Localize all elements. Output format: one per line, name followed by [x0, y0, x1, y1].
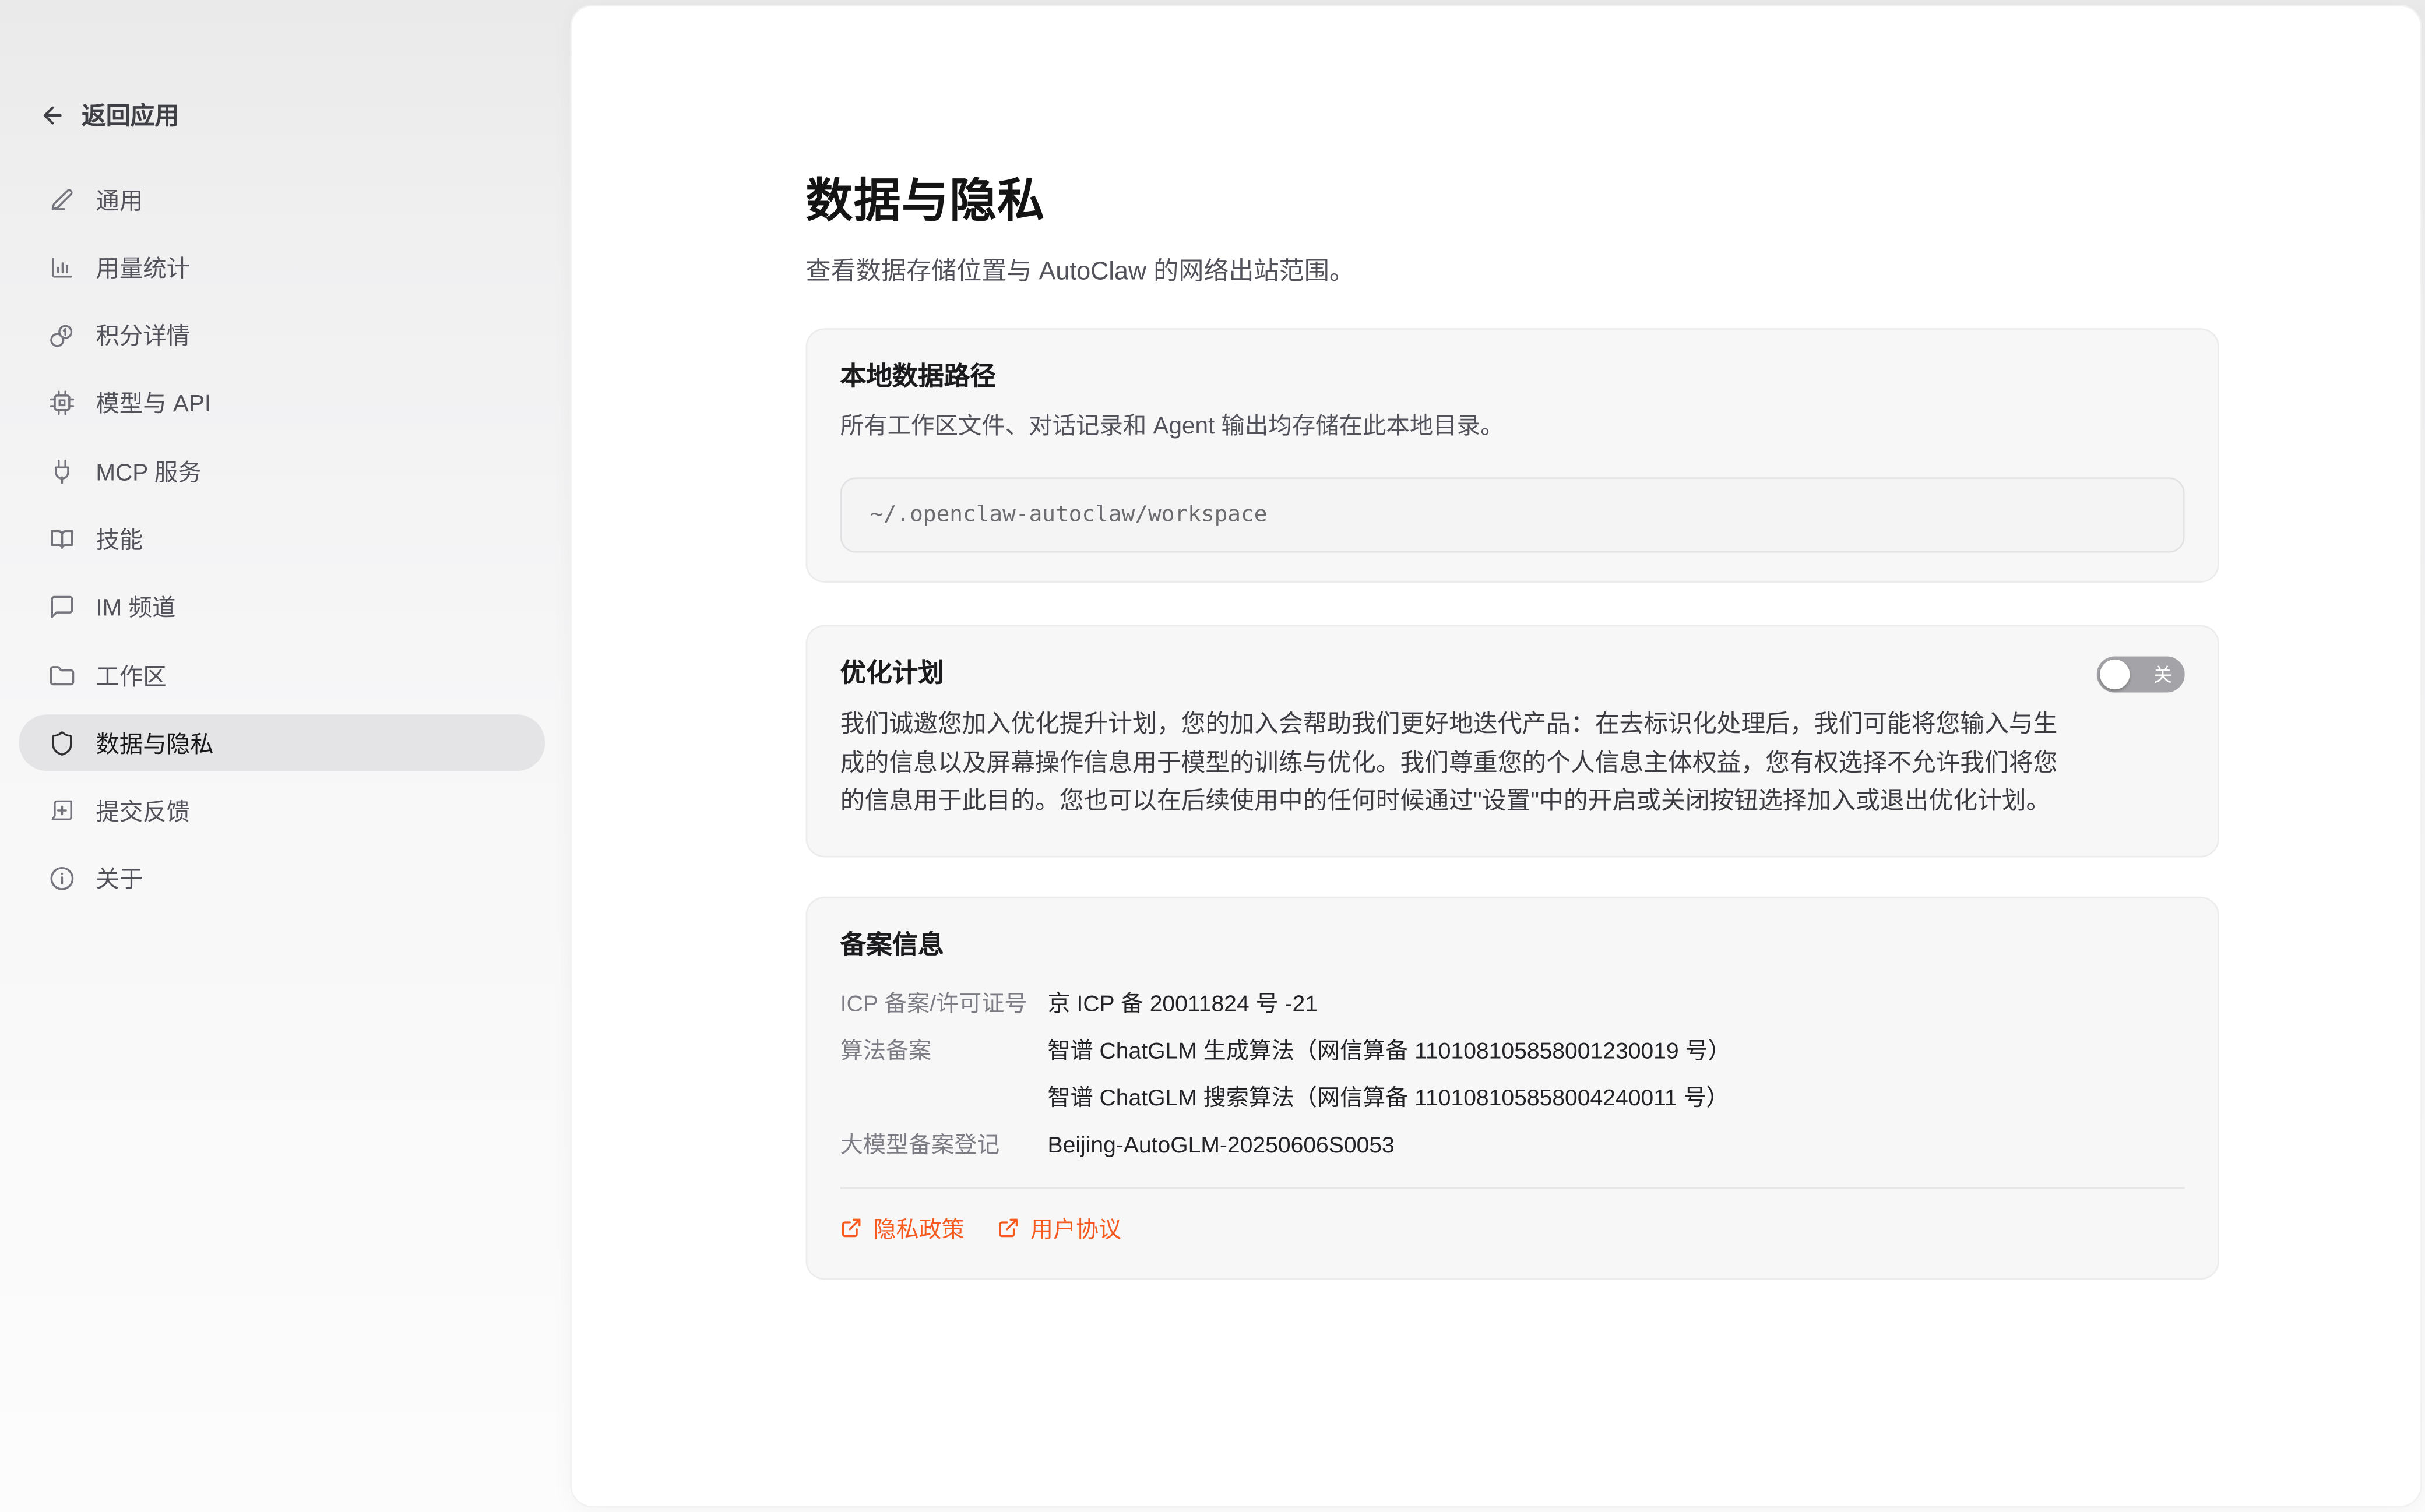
filing-row-value: 京 ICP 备 20011824 号 -21 [1048, 987, 2185, 1021]
main-panel: 数据与隐私 查看数据存储位置与 AutoClaw 的网络出站范围。 本地数据路径… [570, 5, 2422, 1507]
sidebar-item-mcp[interactable]: MCP 服务 [19, 443, 545, 499]
policy-links: 隐私政策 用户协议 [840, 1211, 2185, 1245]
back-to-app-button[interactable]: 返回应用 [39, 97, 570, 132]
sidebar-item-label: 用量统计 [96, 251, 190, 284]
sidebar-item-label: 提交反馈 [96, 795, 190, 828]
filing-row-value: Beijing-AutoGLM-20250606S0053 [1048, 1128, 2185, 1162]
sidebar-item-label: 数据与隐私 [96, 727, 213, 760]
filing-row-label: 大模型备案登记 [840, 1128, 1048, 1162]
data-privacy-page: 数据与隐私 查看数据存储位置与 AutoClaw 的网络出站范围。 本地数据路径… [572, 6, 2420, 1279]
toggle-knob [2100, 660, 2130, 689]
sidebar-item-label: 通用 [96, 183, 143, 216]
filing-rows: ICP 备案/许可证号 京 ICP 备 20011824 号 -21 算法备案 … [840, 987, 2185, 1163]
sidebar-item-models-api[interactable]: 模型与 API [19, 375, 545, 432]
settings-window: 返回应用 通用 用量统计 积分详情 [0, 0, 2425, 1512]
bar-chart-icon [49, 254, 76, 281]
filing-row-label: 算法备案 [840, 1034, 1048, 1069]
sidebar-nav: 通用 用量统计 积分详情 模型与 API [0, 171, 570, 908]
sidebar-item-workspace[interactable]: 工作区 [19, 647, 545, 704]
pencil-icon [49, 186, 76, 213]
sidebar-item-usage-stats[interactable]: 用量统计 [19, 239, 545, 295]
privacy-policy-label: 隐私政策 [873, 1211, 964, 1245]
shield-icon [49, 730, 76, 757]
divider [840, 1186, 2185, 1188]
feedback-plus-icon [49, 798, 76, 824]
card-description: 所有工作区文件、对话记录和 Agent 输出均存储在此本地目录。 [840, 410, 2185, 444]
filing-row-value: 智谱 ChatGLM 搜索算法（网信算备 1101081058580042400… [1048, 1081, 2185, 1115]
card-title: 备案信息 [840, 926, 2185, 964]
filing-row-label-spacer [840, 1081, 1048, 1115]
sidebar-item-about[interactable]: 关于 [19, 851, 545, 908]
sidebar-item-label: MCP 服务 [96, 455, 201, 488]
card-title: 优化计划 [840, 655, 944, 693]
folder-icon [49, 662, 76, 689]
page-title: 数据与隐私 [806, 172, 2219, 232]
arrow-left-icon [39, 101, 66, 128]
sidebar-item-data-privacy[interactable]: 数据与隐私 [19, 715, 545, 771]
page-subtitle: 查看数据存储位置与 AutoClaw 的网络出站范围。 [806, 255, 2219, 292]
user-agreement-label: 用户协议 [1030, 1211, 1121, 1245]
workspace-path-field[interactable] [840, 477, 2185, 552]
sidebar-item-feedback[interactable]: 提交反馈 [19, 783, 545, 840]
filing-row-value: 智谱 ChatGLM 生成算法（网信算备 1101081058580012300… [1048, 1034, 2185, 1069]
privacy-policy-link[interactable]: 隐私政策 [840, 1211, 965, 1245]
sidebar: 返回应用 通用 用量统计 积分详情 [0, 0, 570, 1512]
optimization-description: 我们诚邀您加入优化提升计划，您的加入会帮助我们更好地迭代产品：在去标识化处理后，… [840, 707, 2081, 822]
coins-icon [49, 322, 76, 349]
chat-bubble-icon [49, 594, 76, 621]
sidebar-item-im-channels[interactable]: IM 频道 [19, 579, 545, 636]
local-data-path-card: 本地数据路径 所有工作区文件、对话记录和 Agent 输出均存储在此本地目录。 [806, 328, 2219, 583]
external-link-icon [840, 1217, 863, 1239]
sidebar-item-credits[interactable]: 积分详情 [19, 307, 545, 364]
filing-row-label: ICP 备案/许可证号 [840, 987, 1048, 1021]
sidebar-item-label: 工作区 [96, 659, 166, 692]
toggle-state-label: 关 [2153, 665, 2172, 683]
sidebar-item-label: 关于 [96, 863, 143, 896]
book-open-icon [49, 526, 76, 553]
user-agreement-link[interactable]: 用户协议 [997, 1211, 1121, 1245]
filing-info-card: 备案信息 ICP 备案/许可证号 京 ICP 备 20011824 号 -21 … [806, 896, 2219, 1279]
chip-icon [49, 390, 76, 417]
card-title: 本地数据路径 [840, 358, 2185, 396]
optimization-toggle[interactable]: 关 [2097, 656, 2185, 692]
plug-icon [49, 458, 76, 485]
optimization-plan-card: 优化计划 关 我们诚邀您加入优化提升计划，您的加入会帮助我们更好地迭代产品：在去… [806, 625, 2219, 857]
sidebar-item-label: IM 频道 [96, 591, 175, 624]
sidebar-item-label: 模型与 API [96, 387, 211, 420]
info-icon [49, 866, 76, 893]
external-link-icon [997, 1217, 1019, 1239]
sidebar-item-skills[interactable]: 技能 [19, 511, 545, 568]
sidebar-item-label: 积分详情 [96, 319, 190, 352]
sidebar-item-general[interactable]: 通用 [19, 171, 545, 228]
back-to-app-label: 返回应用 [82, 97, 179, 132]
sidebar-item-label: 技能 [96, 523, 143, 556]
